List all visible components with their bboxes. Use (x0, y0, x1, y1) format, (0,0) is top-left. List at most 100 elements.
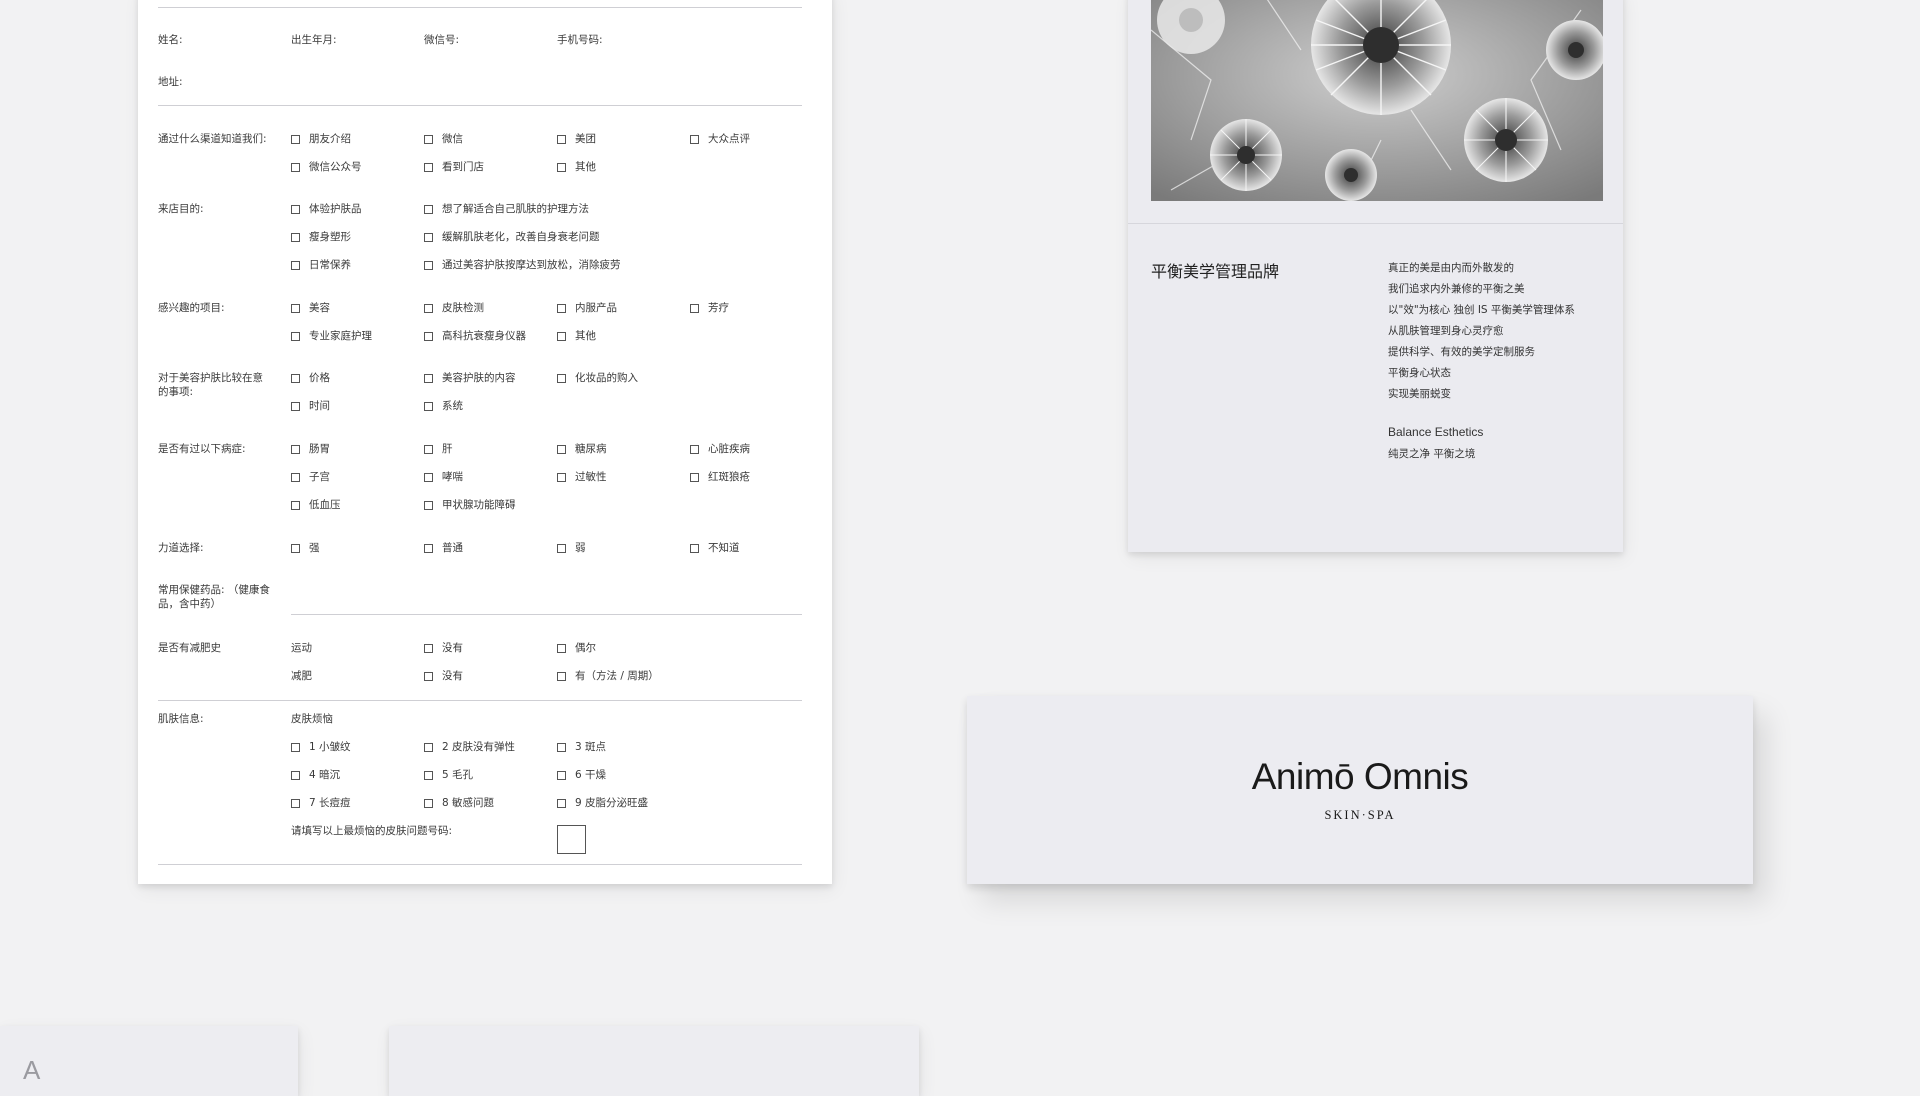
checkbox[interactable] (557, 671, 566, 681)
interest-option[interactable]: 美容 (291, 301, 330, 315)
interest-option[interactable]: 芳疗 (690, 301, 729, 315)
diet-option[interactable]: 没有 (424, 669, 463, 683)
checkbox[interactable] (291, 472, 300, 482)
condition-option[interactable]: 甲状腺功能障碍 (424, 498, 516, 512)
condition-option[interactable]: 肝 (424, 442, 453, 456)
condition-option[interactable]: 过敏性 (557, 470, 607, 484)
checkbox[interactable] (424, 798, 433, 808)
checkbox[interactable] (424, 162, 433, 172)
diet-option[interactable]: 有（方法 / 周期） (557, 669, 659, 683)
interest-option[interactable]: 其他 (557, 329, 596, 343)
checkbox[interactable] (424, 331, 433, 341)
concern-option[interactable]: 美容护肤的内容 (424, 371, 516, 385)
purpose-option[interactable]: 体验护肤品 (291, 202, 362, 216)
pressure-option[interactable]: 强 (291, 541, 320, 555)
checkbox[interactable] (690, 303, 699, 313)
checkbox[interactable] (291, 260, 300, 270)
checkbox[interactable] (424, 472, 433, 482)
checkbox[interactable] (424, 303, 433, 313)
checkbox[interactable] (291, 798, 300, 808)
checkbox[interactable] (291, 232, 300, 242)
skin-option[interactable]: 5 毛孔 (424, 768, 473, 782)
checkbox[interactable] (424, 373, 433, 383)
checkbox[interactable] (690, 472, 699, 482)
channel-option[interactable]: 大众点评 (690, 132, 750, 146)
pressure-option[interactable]: 不知道 (690, 541, 740, 555)
checkbox[interactable] (557, 331, 566, 341)
concern-option[interactable]: 价格 (291, 371, 330, 385)
checkbox[interactable] (291, 204, 300, 214)
concern-option[interactable]: 时间 (291, 399, 330, 413)
checkbox[interactable] (557, 134, 566, 144)
purpose-option[interactable]: 想了解适合自己肌肤的护理方法 (424, 202, 589, 216)
purpose-option[interactable]: 瘦身塑形 (291, 230, 351, 244)
checkbox[interactable] (291, 373, 300, 383)
channel-option[interactable]: 美团 (557, 132, 596, 146)
interest-option[interactable]: 高科抗衰瘦身仪器 (424, 329, 526, 343)
checkbox[interactable] (557, 373, 566, 383)
concern-option[interactable]: 系统 (424, 399, 463, 413)
purpose-option[interactable]: 日常保养 (291, 258, 351, 272)
checkbox[interactable] (424, 742, 433, 752)
checkbox[interactable] (424, 770, 433, 780)
interest-option[interactable]: 皮肤检测 (424, 301, 484, 315)
condition-option[interactable]: 红斑狼疮 (690, 470, 750, 484)
exercise-option[interactable]: 偶尔 (557, 641, 596, 655)
condition-option[interactable]: 子宫 (291, 470, 330, 484)
medicine-answer-line[interactable] (291, 614, 802, 615)
checkbox[interactable] (557, 472, 566, 482)
skin-option[interactable]: 4 暗沉 (291, 768, 340, 782)
skin-option[interactable]: 1 小皱纹 (291, 740, 351, 754)
channel-option[interactable]: 微信 (424, 132, 463, 146)
checkbox[interactable] (557, 162, 566, 172)
condition-option[interactable]: 哮喘 (424, 470, 463, 484)
checkbox[interactable] (424, 232, 433, 242)
checkbox[interactable] (424, 260, 433, 270)
checkbox[interactable] (291, 401, 300, 411)
skin-option[interactable]: 3 斑点 (557, 740, 606, 754)
checkbox[interactable] (557, 444, 566, 454)
checkbox[interactable] (424, 401, 433, 411)
skin-number-input[interactable] (557, 825, 586, 854)
channel-option[interactable]: 朋友介绍 (291, 132, 351, 146)
checkbox[interactable] (557, 543, 566, 553)
skin-option[interactable]: 9 皮脂分泌旺盛 (557, 796, 648, 810)
interest-option[interactable]: 专业家庭护理 (291, 329, 372, 343)
checkbox[interactable] (557, 643, 566, 653)
skin-option[interactable]: 8 敏感问题 (424, 796, 494, 810)
channel-option[interactable]: 微信公众号 (291, 160, 362, 174)
skin-option[interactable]: 2 皮肤没有弹性 (424, 740, 515, 754)
checkbox[interactable] (557, 770, 566, 780)
checkbox[interactable] (557, 742, 566, 752)
checkbox[interactable] (291, 742, 300, 752)
checkbox[interactable] (690, 444, 699, 454)
checkbox[interactable] (424, 500, 433, 510)
interest-option[interactable]: 内服产品 (557, 301, 617, 315)
checkbox[interactable] (424, 671, 433, 681)
checkbox[interactable] (690, 543, 699, 553)
condition-option[interactable]: 肠胃 (291, 442, 330, 456)
condition-option[interactable]: 低血压 (291, 498, 341, 512)
skin-option[interactable]: 6 干燥 (557, 768, 606, 782)
checkbox[interactable] (291, 543, 300, 553)
exercise-option[interactable]: 没有 (424, 641, 463, 655)
checkbox[interactable] (690, 134, 699, 144)
checkbox[interactable] (291, 500, 300, 510)
concern-option[interactable]: 化妆品的购入 (557, 371, 638, 385)
checkbox[interactable] (291, 162, 300, 172)
checkbox[interactable] (557, 798, 566, 808)
checkbox[interactable] (291, 303, 300, 313)
checkbox[interactable] (424, 444, 433, 454)
checkbox[interactable] (424, 643, 433, 653)
pressure-option[interactable]: 弱 (557, 541, 586, 555)
condition-option[interactable]: 糖尿病 (557, 442, 607, 456)
checkbox[interactable] (557, 303, 566, 313)
skin-option[interactable]: 7 长痘痘 (291, 796, 351, 810)
condition-option[interactable]: 心脏疾病 (690, 442, 750, 456)
checkbox[interactable] (291, 331, 300, 341)
checkbox[interactable] (291, 134, 300, 144)
purpose-option[interactable]: 通过美容护肤按摩达到放松，消除疲劳 (424, 258, 621, 272)
purpose-option[interactable]: 缓解肌肤老化，改善自身衰老问题 (424, 230, 600, 244)
channel-option[interactable]: 看到门店 (424, 160, 484, 174)
checkbox[interactable] (424, 543, 433, 553)
